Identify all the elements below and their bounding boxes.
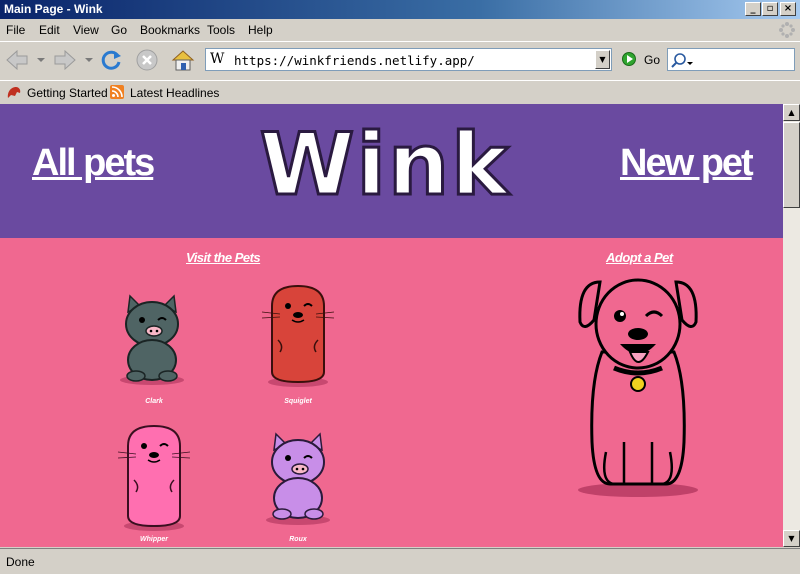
pet-image-squiglet[interactable] — [258, 282, 338, 394]
pet-name-roux[interactable]: Roux — [248, 536, 348, 543]
bookmark-getting-started[interactable]: Getting Started — [27, 86, 108, 100]
maximize-button[interactable]: ▫ — [762, 2, 778, 16]
pet-image-roux[interactable] — [258, 422, 338, 532]
close-button[interactable]: × — [780, 2, 796, 16]
menu-edit[interactable]: Edit — [39, 23, 60, 37]
pet-name-whipper[interactable]: Whipper — [104, 536, 204, 543]
throbber-icon — [779, 22, 795, 38]
logo-text: Wink — [260, 115, 511, 204]
scroll-up-button[interactable]: ▲ — [783, 104, 800, 121]
pet-name-squiglet[interactable]: Squiglet — [248, 398, 348, 405]
reload-icon[interactable] — [98, 47, 124, 73]
firefox-bookmark-icon — [7, 87, 21, 98]
menu-view[interactable]: View — [73, 23, 99, 37]
pet-name-clark[interactable]: Clark — [104, 398, 204, 405]
forward-dropdown-icon[interactable] — [85, 56, 93, 64]
menu-go[interactable]: Go — [111, 23, 127, 37]
status-text: Done — [6, 555, 35, 569]
back-dropdown-icon[interactable] — [37, 56, 45, 64]
menu-file[interactable]: File — [6, 23, 25, 37]
menu-bookmarks[interactable]: Bookmarks — [140, 23, 200, 37]
menu-tools[interactable]: Tools — [207, 23, 235, 37]
address-bar[interactable]: W https://winkfriends.netlify.app/ ▼ — [205, 48, 612, 71]
forward-arrow-icon[interactable] — [52, 47, 78, 73]
back-arrow-icon[interactable] — [4, 47, 30, 73]
adopt-pet-title[interactable]: Adopt a Pet — [606, 250, 673, 265]
window-title: Main Page - Wink — [4, 2, 103, 16]
status-bar: Done — [0, 548, 800, 574]
minimize-button[interactable]: _ — [745, 2, 761, 16]
browser-window: Main Page - Wink _ ▫ × File Edit View Go… — [0, 0, 800, 574]
address-url[interactable]: https://winkfriends.netlify.app/ — [234, 53, 475, 68]
all-pets-link[interactable]: All pets — [32, 142, 155, 185]
site-favicon-icon: W — [210, 51, 225, 67]
search-icon — [671, 53, 693, 68]
pet-image-whipper[interactable] — [114, 422, 194, 534]
title-bar: Main Page - Wink _ ▫ × — [0, 0, 800, 19]
scroll-thumb[interactable] — [783, 122, 800, 208]
adopt-pet-image[interactable] — [570, 272, 710, 502]
go-label: Go — [644, 53, 661, 67]
search-input[interactable] — [667, 48, 795, 71]
go-arrow-icon — [622, 52, 636, 66]
menu-bar: File Edit View Go Bookmarks Tools Help — [0, 20, 800, 40]
new-pet-link[interactable]: New pet — [620, 142, 754, 185]
menu-help[interactable]: Help — [248, 23, 273, 37]
home-icon[interactable] — [170, 47, 196, 73]
visit-pets-title[interactable]: Visit the Pets — [186, 250, 261, 265]
address-dropdown-button[interactable]: ▼ — [595, 50, 610, 69]
rss-feed-icon — [110, 85, 124, 99]
page-content: All pets New pet Wink Visit the Pets Ado… — [0, 104, 783, 547]
bookmark-latest-headlines[interactable]: Latest Headlines — [130, 86, 219, 100]
site-header: All pets New pet Wink — [0, 104, 783, 238]
scroll-down-button[interactable]: ▼ — [783, 530, 800, 547]
vertical-scrollbar[interactable]: ▲ ▼ — [783, 104, 800, 547]
pet-image-clark[interactable] — [112, 284, 192, 394]
stop-icon[interactable] — [134, 47, 160, 73]
wink-logo: Wink — [258, 114, 511, 204]
